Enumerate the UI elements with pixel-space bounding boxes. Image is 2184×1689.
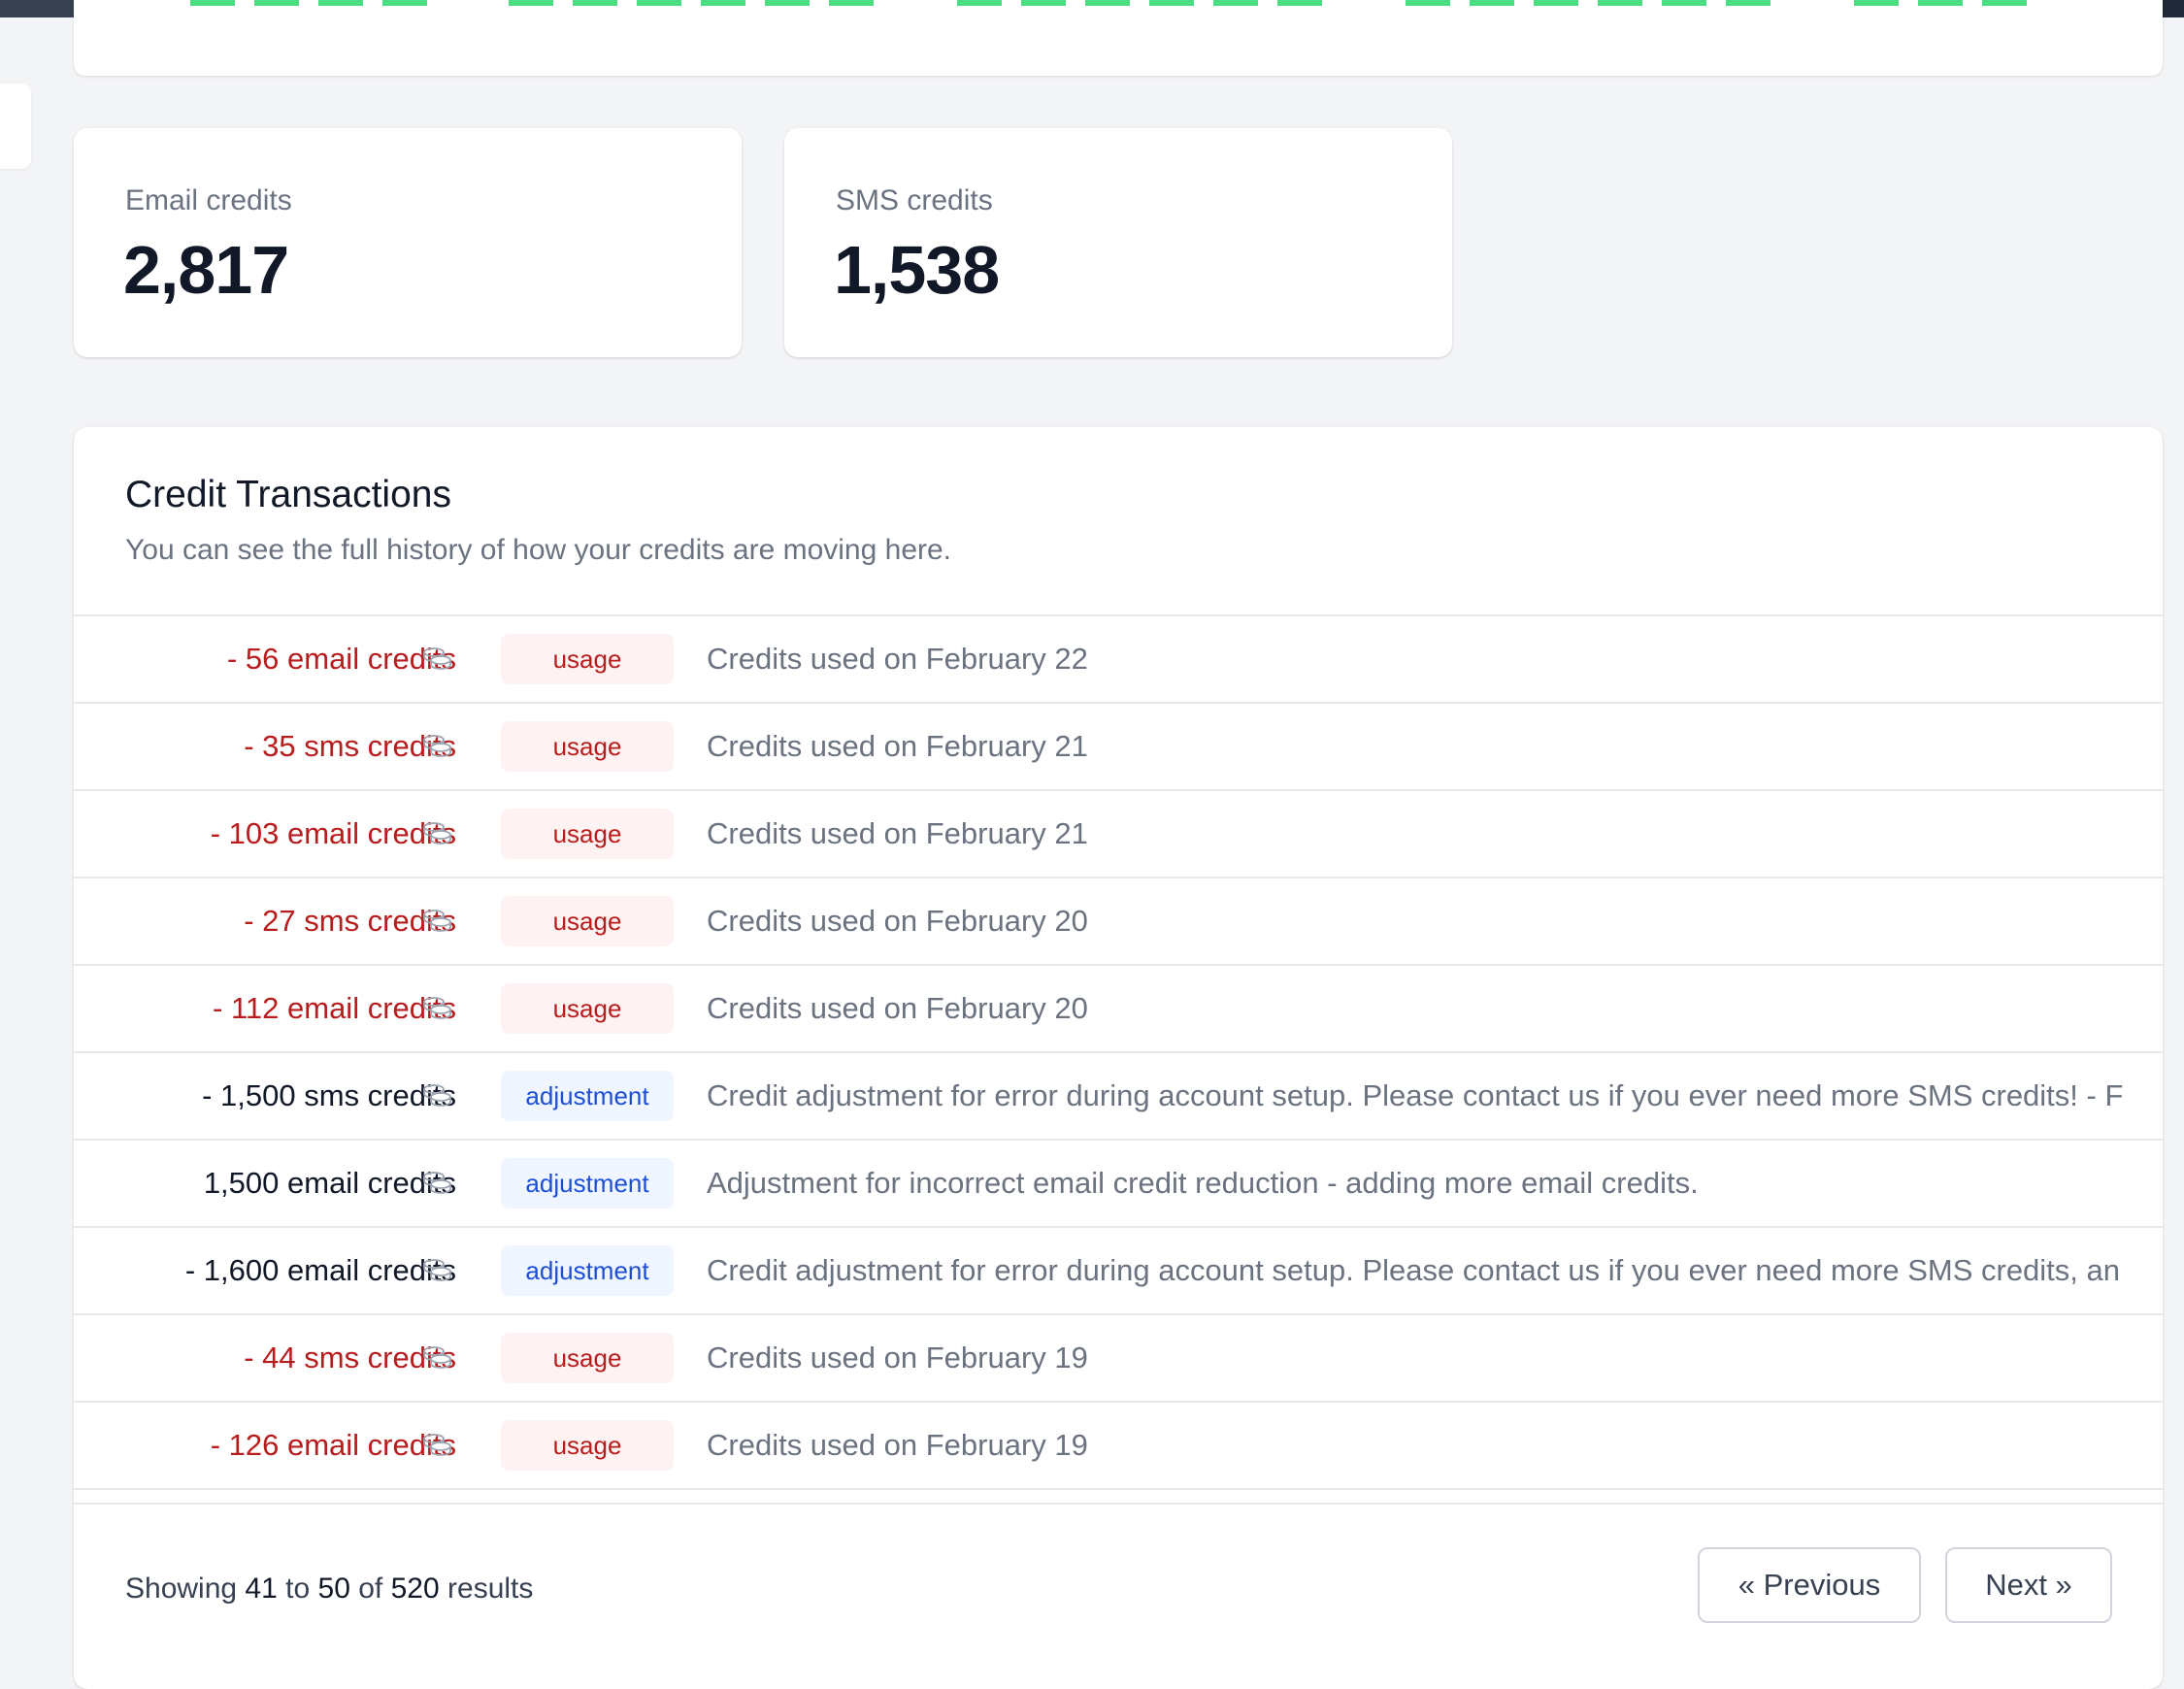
credit-transactions-card: Credit Transactions You can see the full… (74, 427, 2163, 1689)
activity-bar (1406, 0, 1450, 6)
coins-icon (421, 733, 454, 760)
activity-bar (701, 0, 745, 6)
transaction-amount: 1,500 email credits (203, 1166, 456, 1200)
showing-total: 520 (390, 1573, 440, 1605)
sms-credits-label: SMS credits (836, 184, 993, 216)
activity-bar (382, 0, 427, 6)
transaction-amount: - 112 email credits (213, 991, 456, 1025)
transaction-row: - 103 email credits usage Credits used on … (74, 791, 2163, 878)
showing-to-word: to (285, 1573, 311, 1605)
showing-suffix: results (447, 1573, 534, 1605)
transaction-row: - 1,600 email credits adjustment Credit ad… (74, 1228, 2163, 1315)
email-credits-label: Email credits (125, 184, 292, 216)
sidebar-edge (0, 83, 31, 169)
activity-bar (318, 0, 363, 6)
transaction-type-badge: adjustment (501, 1158, 674, 1209)
activity-bar (1598, 0, 1642, 6)
activity-bar (1982, 0, 2027, 6)
transaction-amount: - 1,500 sms credits (202, 1078, 456, 1112)
transaction-type-badge: adjustment (501, 1071, 674, 1121)
transaction-type-badge: usage (501, 721, 674, 772)
activity-bar (765, 0, 810, 6)
transaction-amount: - 103 email credits (210, 816, 456, 850)
activity-bar (1021, 0, 1066, 6)
transaction-description: Credits used on February 19 (707, 1428, 1088, 1462)
activity-bar (957, 0, 1002, 6)
transaction-description: Adjustment for incorrect email credit re… (707, 1166, 1699, 1200)
coins-icon (421, 820, 454, 847)
transaction-row: 1,500 email credits adjustment Adjustment … (74, 1141, 2163, 1228)
transaction-type-badge: usage (501, 983, 674, 1034)
transaction-row: - 56 email credits usage Credits used on F… (74, 616, 2163, 704)
activity-bar (637, 0, 681, 6)
transaction-description: Credits used on February 19 (707, 1341, 1088, 1374)
coins-icon (421, 995, 454, 1022)
transaction-type-badge: usage (501, 1420, 674, 1471)
transaction-description: Credits used on February 21 (707, 729, 1088, 763)
coins-icon (421, 1432, 454, 1459)
activity-bar (190, 0, 235, 6)
activity-bar (573, 0, 617, 6)
coins-icon (421, 646, 454, 673)
transaction-type-badge: usage (501, 896, 674, 946)
transaction-description: Credit adjustment for error during accou… (707, 1253, 2121, 1287)
transactions-title: Credit Transactions (125, 474, 451, 515)
pagination-footer: Showing 41 to 50 of 520 results « Previo… (74, 1503, 2163, 1689)
showing-prefix: Showing (125, 1573, 238, 1605)
transaction-type-badge: adjustment (501, 1245, 674, 1296)
transaction-type-badge: usage (501, 809, 674, 859)
transaction-row: - 35 sms credits usage Credits used on Feb… (74, 704, 2163, 791)
activity-bar (1854, 0, 1899, 6)
coins-icon (421, 1344, 454, 1372)
sms-credits-value: 1,538 (834, 232, 1000, 308)
transaction-row: - 126 email credits usage Credits used on … (74, 1403, 2163, 1490)
transaction-amount: - 1,600 email credits (184, 1253, 456, 1287)
activity-bar (1277, 0, 1322, 6)
activity-bar (1149, 0, 1194, 6)
activity-bar (829, 0, 874, 6)
activity-chart-card (74, 0, 2163, 76)
showing-from: 41 (245, 1573, 278, 1605)
activity-bar (1085, 0, 1130, 6)
transaction-row: - 27 sms credits usage Credits used on Feb… (74, 878, 2163, 966)
activity-bar (1534, 0, 1578, 6)
activity-bar (509, 0, 553, 6)
showing-to: 50 (317, 1573, 350, 1605)
transaction-description: Credits used on February 20 (707, 904, 1088, 938)
transaction-row: - 112 email credits usage Credits used on … (74, 966, 2163, 1053)
transaction-row: - 1,500 sms credits adjustment Credit adju… (74, 1053, 2163, 1141)
transaction-description: Credits used on February 22 (707, 642, 1088, 676)
pagination-summary: Showing 41 to 50 of 520 results (125, 1573, 533, 1606)
transactions-subtitle: You can see the full history of how your… (125, 534, 952, 566)
activity-bar (1918, 0, 1963, 6)
transaction-description: Credit adjustment for error during accou… (707, 1078, 2124, 1112)
email-credits-value: 2,817 (123, 232, 289, 308)
coins-icon (421, 908, 454, 935)
showing-of-word: of (358, 1573, 383, 1605)
transaction-description: Credits used on February 21 (707, 816, 1088, 850)
transaction-row: - 44 sms credits usage Credits used on Feb… (74, 1315, 2163, 1403)
next-page-button[interactable]: Next » (1945, 1547, 2112, 1623)
transactions-list: - 56 email credits usage Credits used on F… (74, 614, 2163, 1490)
previous-page-button[interactable]: « Previous (1698, 1547, 1921, 1623)
activity-bar (254, 0, 299, 6)
transaction-amount: - 126 email credits (210, 1428, 456, 1462)
activity-bar (1662, 0, 1706, 6)
sms-credits-card: SMS credits 1,538 (784, 128, 1452, 357)
coins-icon (421, 1257, 454, 1284)
activity-bar (1213, 0, 1258, 6)
coins-icon (421, 1082, 454, 1109)
email-credits-card: Email credits 2,817 (74, 128, 742, 357)
activity-bar (1470, 0, 1514, 6)
transaction-type-badge: usage (501, 634, 674, 684)
activity-bar (1726, 0, 1770, 6)
transaction-type-badge: usage (501, 1333, 674, 1383)
coins-icon (421, 1170, 454, 1197)
transaction-description: Credits used on February 20 (707, 991, 1088, 1025)
